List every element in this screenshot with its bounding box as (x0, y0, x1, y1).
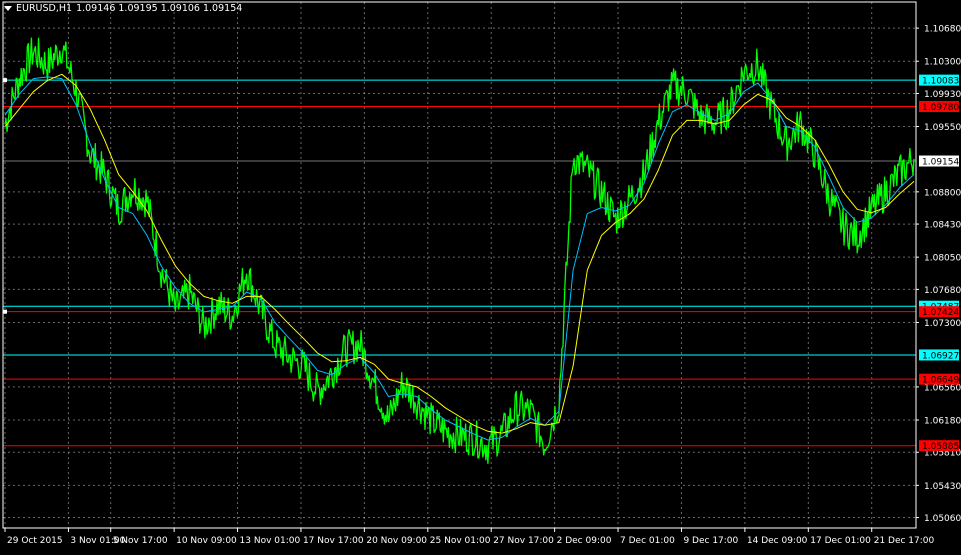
y-tick-label: 1.09550 (924, 123, 961, 133)
x-tick-label: 29 Oct 2015 (7, 536, 63, 546)
series-ma_fast (4, 76, 915, 441)
plot-border (2, 1, 917, 529)
x-tick-label: 7 Dec 01:00 (620, 536, 675, 546)
dropdown-triangle-icon[interactable] (4, 6, 12, 11)
line-handle-icon[interactable] (3, 309, 7, 314)
chart-header: EURUSD,H1 1.09146 1.09195 1.09106 1.0915… (4, 3, 242, 14)
y-tick-label: 1.08800 (924, 188, 961, 198)
y-tick-label: 1.07300 (924, 319, 961, 329)
x-tick-label: 10 Nov 09:00 (176, 536, 237, 546)
x-tick-label: 27 Nov 17:00 (493, 536, 554, 546)
symbol-label: EURUSD,H1 (16, 3, 73, 14)
y-tick-label: 1.09930 (924, 90, 961, 100)
support-price-label: 1.05885 (922, 442, 959, 452)
line-handle-icon[interactable] (3, 78, 7, 83)
x-tick-label: 2 Dec 09:00 (557, 536, 612, 546)
y-tick-label: 1.08430 (924, 221, 961, 231)
x-tick-label: 14 Dec 09:00 (747, 536, 808, 546)
support-price-label: 1.07424 (922, 308, 959, 318)
x-tick-label: 5 Nov 17:00 (113, 536, 168, 546)
x-tick-label: 9 Dec 17:00 (683, 536, 738, 546)
y-tick-label: 1.07680 (924, 286, 961, 296)
y-tick-label: 1.06180 (924, 417, 961, 427)
series-layer (4, 37, 915, 465)
y-tick-label: 1.05430 (924, 482, 961, 492)
x-tick-label: 25 Nov 01:00 (430, 536, 491, 546)
grid (3, 2, 916, 528)
y-tick-label: 1.05060 (924, 514, 961, 524)
series-price (4, 37, 915, 465)
support-price-label: 1.09780 (922, 103, 959, 113)
chart-window[interactable]: 1.10680 1.10300 1.09930 1.09550 1.08800 1.084… (0, 0, 961, 551)
ohlc-values: 1.09146 1.09195 1.09106 1.09154 (76, 3, 243, 14)
resistance-price-label: 1.10083 (922, 77, 959, 87)
horizontal-lines (3, 78, 916, 447)
x-tick-label: 13 Nov 01:00 (240, 536, 301, 546)
x-tick-label: 17 Nov 17:00 (303, 536, 364, 546)
current-price-label: 1.09154 (922, 158, 959, 168)
x-tick-label: 17 Dec 01:00 (810, 536, 871, 546)
x-tick-label: 20 Nov 09:00 (366, 536, 427, 546)
price-chart[interactable]: 1.10680 1.10300 1.09930 1.09550 1.08800 1.084… (0, 0, 961, 551)
x-tick-label: 21 Dec 17:00 (874, 536, 935, 546)
chart-frame (2, 1, 917, 529)
y-tick-label: 1.10300 (924, 58, 961, 68)
resistance-price-label: 1.06927 (922, 351, 959, 361)
price-axis[interactable]: 1.10680 1.10300 1.09930 1.09550 1.08800 1.084… (916, 25, 961, 524)
time-axis[interactable]: 29 Oct 2015 3 Nov 01:005 Nov 17:00 10 Nov … (4, 528, 935, 546)
y-tick-label: 1.10680 (924, 25, 961, 35)
support-price-label: 1.06649 (922, 376, 959, 386)
y-tick-label: 1.08050 (924, 254, 961, 264)
